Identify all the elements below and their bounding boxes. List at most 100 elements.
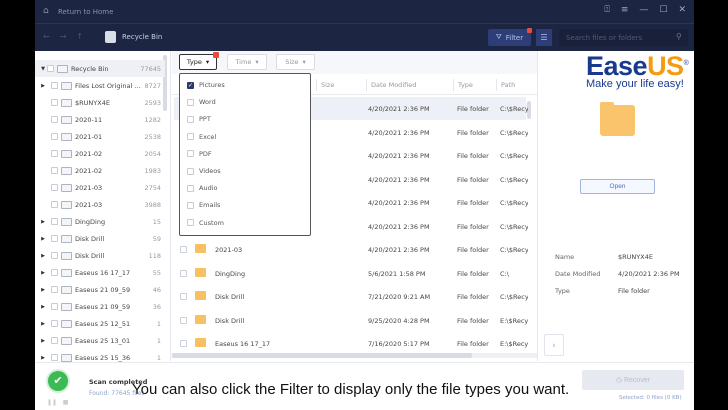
table-row[interactable]: Easeus 16 17_17 7/16/2020 5:17 PM File fol… — [174, 332, 528, 355]
checkbox[interactable] — [51, 99, 58, 106]
row-checkbox[interactable] — [180, 246, 187, 253]
filter-button[interactable]: ⛛ Filter — [488, 28, 532, 46]
checkbox[interactable] — [51, 167, 58, 174]
tree-item[interactable]: 2021-02 1983 — [35, 162, 165, 179]
checkbox[interactable]: ✓ — [187, 81, 194, 89]
home-icon[interactable]: ⌂ — [43, 6, 49, 16]
checkbox[interactable] — [51, 269, 58, 276]
checkbox[interactable] — [187, 133, 194, 141]
checkbox[interactable] — [51, 286, 58, 293]
view-list-button[interactable]: ☰ — [536, 29, 552, 46]
expand-arrow-icon[interactable]: ▼ — [39, 66, 47, 72]
type-option[interactable]: PPT — [187, 115, 211, 123]
tree-item[interactable]: 2021-03 2754 — [35, 179, 165, 196]
column-type[interactable]: Type — [453, 79, 473, 91]
menu-icon[interactable]: ≡ — [621, 5, 629, 15]
checkbox[interactable] — [51, 252, 58, 259]
next-button[interactable]: › — [544, 334, 564, 356]
table-row[interactable]: 2021-03 4/20/2021 2:36 PM File folder C:\$R… — [174, 238, 528, 261]
open-button[interactable]: Open — [580, 179, 655, 194]
checkbox[interactable] — [187, 98, 194, 106]
expand-arrow-icon[interactable]: ▶ — [39, 355, 47, 361]
expand-arrow-icon[interactable]: ▶ — [39, 219, 47, 225]
type-option[interactable]: Excel — [187, 133, 216, 141]
search-icon[interactable]: ⚲ — [676, 32, 682, 41]
tree-item[interactable]: 2021-01 2538 — [35, 128, 165, 145]
maximize-button[interactable]: ☐ — [659, 5, 667, 15]
checkbox[interactable] — [187, 150, 194, 158]
column-size[interactable]: Size — [316, 79, 334, 91]
type-option[interactable]: Emails — [187, 201, 220, 209]
expand-arrow-icon[interactable]: ▶ — [39, 304, 47, 310]
expand-arrow-icon[interactable]: ▶ — [39, 83, 47, 89]
checkbox[interactable] — [51, 184, 58, 191]
table-row[interactable]: DingDing 5/6/2021 1:58 PM File folder C:\ — [174, 262, 526, 285]
pause-stop-icons[interactable]: ❚❚ ■ — [47, 399, 68, 406]
tree-item[interactable]: ▶ Easeus 21 09_59 46 — [35, 281, 165, 298]
row-checkbox[interactable] — [180, 340, 187, 347]
tree-item[interactable]: ▶ Easeus 25 13_01 1 — [35, 332, 165, 349]
tree-item[interactable]: ▶ Files Lost Original Dir... 8727 — [35, 77, 165, 94]
checkbox[interactable] — [51, 218, 58, 225]
checkbox[interactable] — [51, 133, 58, 140]
table-row[interactable]: Disk Drill 7/21/2020 9:21 AM File folder C:… — [174, 285, 528, 308]
forward-arrow-icon[interactable]: → — [60, 32, 67, 41]
expand-arrow-icon[interactable]: ▶ — [39, 270, 47, 276]
table-row[interactable]: Disk Drill 9/25/2020 4:28 PM File folder E:… — [174, 309, 528, 332]
row-checkbox[interactable] — [180, 316, 187, 324]
close-button[interactable]: ✕ — [678, 5, 686, 15]
minimize-button[interactable]: — — [639, 5, 648, 15]
checkbox[interactable] — [51, 201, 58, 208]
expand-arrow-icon[interactable]: ▶ — [39, 236, 47, 242]
tree-item[interactable]: $RUNYX4E 2593 — [35, 94, 165, 111]
type-option[interactable]: ✓ Pictures — [187, 81, 225, 89]
size-filter-dropdown[interactable]: Size ▾ — [276, 54, 315, 70]
checkbox[interactable] — [51, 303, 58, 310]
expand-arrow-icon[interactable]: ▶ — [39, 338, 47, 344]
checkbox[interactable] — [187, 201, 194, 209]
checkbox[interactable] — [187, 184, 194, 192]
tree-item[interactable]: ▶ Easeus 25 12_51 1 — [35, 315, 165, 332]
checkbox[interactable] — [47, 65, 54, 72]
checkbox[interactable] — [187, 115, 194, 123]
tree-item[interactable]: ▶ Disk Drill 118 — [35, 247, 165, 264]
expand-arrow-icon[interactable]: ▶ — [39, 321, 47, 327]
tree-item[interactable]: 2021-03 3988 — [35, 196, 165, 213]
type-filter-dropdown[interactable]: Type ▾ — [179, 52, 219, 70]
feedback-icon[interactable]: ⍐ — [604, 5, 609, 15]
checkbox[interactable] — [51, 337, 58, 344]
back-arrow-icon[interactable]: ← — [43, 32, 50, 41]
time-filter-dropdown[interactable]: Time ▾ — [227, 54, 267, 70]
type-option[interactable]: Custom — [187, 219, 224, 227]
checkbox[interactable] — [51, 150, 58, 157]
checkbox[interactable] — [51, 354, 58, 361]
type-option[interactable]: Word — [187, 98, 216, 106]
tree-item[interactable]: 2020-11 1282 — [35, 111, 165, 128]
return-to-home-link[interactable]: Return to Home — [58, 8, 113, 16]
tree-item[interactable]: ▶ Disk Drill 59 — [35, 230, 165, 247]
expand-arrow-icon[interactable]: ▶ — [39, 253, 47, 259]
checkbox[interactable] — [51, 82, 58, 89]
row-checkbox[interactable] — [180, 293, 187, 300]
tree-item[interactable]: ▶ Easeus 16 17_17 55 — [35, 264, 165, 281]
expand-arrow-icon[interactable]: ▶ — [39, 287, 47, 293]
checkbox[interactable] — [187, 167, 194, 175]
row-checkbox[interactable] — [180, 269, 187, 277]
checkbox[interactable] — [51, 320, 58, 327]
column-path[interactable]: Path — [496, 79, 515, 91]
tree-item[interactable]: ▼ Recycle Bin 77645 — [35, 60, 165, 77]
type-option[interactable]: PDF — [187, 150, 212, 158]
up-arrow-icon[interactable]: ↑ — [76, 32, 83, 41]
checkbox[interactable] — [187, 219, 194, 227]
search-input[interactable] — [559, 29, 688, 46]
checkbox[interactable] — [51, 116, 58, 123]
type-option[interactable]: Audio — [187, 184, 217, 192]
column-date-modified[interactable]: Date Modified — [366, 79, 416, 91]
tree-item[interactable]: ▶ Easeus 21 09_59 36 — [35, 298, 165, 315]
filter-active-badge — [527, 28, 532, 33]
tree-item[interactable]: 2021-02 2054 — [35, 145, 165, 162]
tree-item[interactable]: ▶ DingDing 15 — [35, 213, 165, 230]
type-option[interactable]: Videos — [187, 167, 221, 175]
recover-button[interactable]: ◷ Recover — [582, 370, 684, 390]
checkbox[interactable] — [51, 235, 58, 242]
